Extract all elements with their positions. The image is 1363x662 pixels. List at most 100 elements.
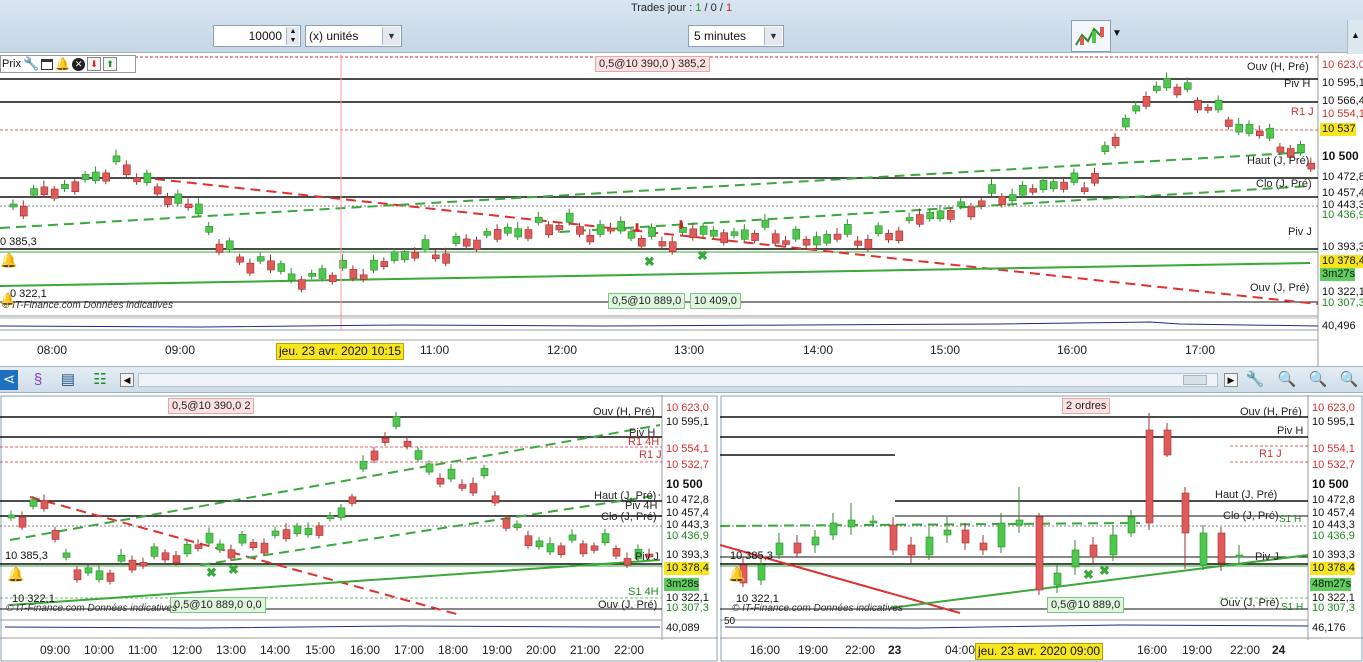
candle [555,225,564,231]
candle [246,262,255,274]
alert-bell-icon[interactable]: 🔔 [7,566,24,583]
chart-type-button[interactable] [1071,20,1111,52]
candle [869,520,878,524]
candle [1060,181,1068,190]
candle [236,256,244,263]
window-icon[interactable] [41,58,54,70]
list-icon[interactable]: ☷ [90,370,110,390]
candle [359,460,368,470]
main-chart[interactable]: ✖ ✖ ⬇ ⬇ [0,54,1363,366]
level-label: Clo (J, Pré) [601,511,657,523]
candle [491,495,500,504]
candle [1008,194,1017,201]
wrench-icon[interactable]: 🔧 [23,56,39,72]
order-tag-bottom-b[interactable]: 10 409,0 [690,293,741,309]
time-axis-label: 16:00 [350,643,381,657]
candle [1245,124,1254,134]
buy-marker-icon: ✖ [206,565,217,580]
candle [874,225,883,234]
candle [771,233,780,244]
collapse-button[interactable]: ▲ [1347,20,1363,54]
candle [720,232,729,243]
wrench-icon[interactable]: 🔧 [1245,370,1265,390]
level-label: Piv H [1277,425,1304,437]
time-axis-label: 16:00 [1057,343,1088,357]
candle [1214,99,1223,111]
candle [623,558,632,566]
chevron-down-icon[interactable]: ▼ [1112,28,1122,39]
time-axis-label: 17:00 [1185,343,1216,357]
candle [298,279,306,290]
indicator-icon[interactable]: § [28,370,48,390]
candle [1276,146,1285,153]
left-price-label: 0 385,3 [0,236,37,248]
timeframe-select[interactable]: 5 minutes ▼ [688,25,784,47]
buy-arrow-icon[interactable]: ⬆ [103,57,118,71]
order-tag-bottom-a[interactable]: 0,5@10 889,0 [608,293,686,309]
price-axis-label: 10 378,4 [664,562,709,575]
price-axis-label: 10 566,4 [1322,95,1363,107]
candle [895,230,904,241]
candle [164,197,172,205]
candle [607,227,615,232]
candle [469,483,478,494]
scrollbar-thumb[interactable] [1183,375,1207,385]
candle [150,546,159,557]
order-tag-bottom[interactable]: 0,5@10 889,0 [1047,597,1125,613]
zoom-in-icon[interactable]: 🔍 [1339,370,1359,390]
share-icon[interactable]: ⋖ [0,370,18,390]
candle [579,543,588,555]
candle [1183,82,1192,90]
order-tag-top[interactable]: 2 ordres [1062,398,1111,414]
price-axis-label: 10 537 [1320,123,1356,136]
alert-bell-icon[interactable]: 🔔 [728,566,745,583]
candle [431,254,440,259]
price-axis-label: 10 500 [1322,149,1359,163]
candle [524,535,533,546]
candle [349,269,358,279]
candle [1053,572,1062,586]
candle [401,251,409,261]
scrollbar[interactable] [138,373,1218,387]
scroll-left-button[interactable]: ◀ [120,373,134,387]
order-tag-top[interactable]: 0,5@10 390,0 ) 385,2 [595,56,710,72]
level-label: S1 4H [628,586,659,598]
candle [1153,85,1161,91]
units-select[interactable]: (x) unités ▼ [305,25,402,47]
candle [854,240,862,246]
zoom-fit-icon[interactable]: 🔍 [1277,370,1297,390]
candle [557,545,566,555]
candle [699,225,708,235]
level-label: Haut (J, Pré) [1215,489,1278,501]
bell-icon[interactable]: 🔔 [55,57,70,71]
alert-bell-icon[interactable]: 🔔 [0,252,17,269]
chevron-down-icon: ▼ [382,27,400,45]
order-tag-bottom[interactable]: 0,5@10 889,0 0,0 [170,597,266,613]
candle [843,224,852,235]
zoom-out-icon[interactable]: 🔍 [1308,370,1328,390]
level-label: S1 H [1279,514,1302,525]
candle [249,542,258,548]
quantity-input[interactable]: 10000 ▲ ▼ [213,25,301,47]
alert-bell-icon[interactable]: 🔔 [0,292,15,306]
price-axis-label: 10 595,1 [1322,77,1363,89]
candle [568,534,577,541]
candle [829,522,838,536]
sell-arrow-icon[interactable]: ⬇ [87,57,102,71]
candle [81,174,90,180]
candle [106,572,115,582]
bottom-right-chart[interactable]: ✖ ✖ [720,395,1363,662]
candle [504,226,512,234]
candle [123,164,131,176]
candle [847,519,856,528]
order-tag-top[interactable]: 0,5@10 390,0 2 [168,398,255,414]
candle [601,533,610,544]
draw-icon[interactable]: ▤ [58,370,78,390]
price-axis-label: 46,176 [1312,622,1346,634]
time-axis-label: 20:00 [526,643,557,657]
close-icon[interactable]: ✕ [72,57,86,71]
scroll-right-button[interactable]: ▶ [1224,373,1238,387]
bottom-left-chart[interactable]: ✖ ✖ [0,395,718,662]
candle [326,515,335,519]
quantity-spinner[interactable]: ▲ ▼ [286,27,299,45]
